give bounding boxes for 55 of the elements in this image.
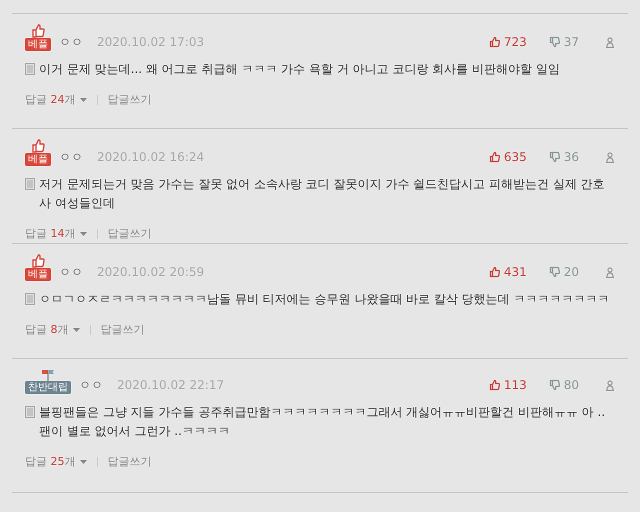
comment-date: 2020.10.02 17:03 bbox=[97, 34, 204, 51]
comment-text: 이거 문제 맞는데... 왜 어그로 취급해 ㅋㅋㅋ 가수 욕할 거 아니고 코디랑 회사를 비판해야할 일임 bbox=[39, 61, 560, 78]
write-reply-link[interactable]: 답글쓰기 bbox=[108, 226, 152, 242]
like-button[interactable]: 635 bbox=[488, 148, 527, 166]
thumbs-up-icon bbox=[488, 36, 501, 48]
write-reply-link[interactable]: 답글쓰기 bbox=[108, 92, 152, 108]
report-icon[interactable] bbox=[605, 380, 615, 390]
like-button[interactable]: 113 bbox=[488, 376, 527, 394]
author-name: ㅇㅇ bbox=[59, 264, 83, 281]
thumbs-down-icon bbox=[548, 36, 561, 48]
document-icon bbox=[25, 406, 35, 418]
comment-date: 2020.10.02 16:24 bbox=[97, 149, 204, 166]
document-icon bbox=[25, 178, 35, 190]
caret-icon bbox=[80, 460, 86, 464]
dislike-button[interactable]: 36 bbox=[548, 148, 579, 166]
like-button[interactable]: 723 bbox=[488, 33, 527, 51]
comment-text: ㅇㅁㄱㅇㅈㄹㅋㅋㅋㅋㅋㅋㅋㅋ남돌 뮤비 티저에는 승무원 나왔을때 바로 칼삭 당했는데 ㅋㅋㅋㅋㅋㅋㅋㅋ bbox=[39, 291, 610, 308]
dislike-button[interactable]: 37 bbox=[548, 33, 579, 51]
dislike-button[interactable]: 20 bbox=[548, 263, 579, 281]
report-icon[interactable] bbox=[605, 152, 615, 162]
author-name: ㅇㅇ bbox=[59, 149, 83, 166]
caret-icon bbox=[72, 328, 80, 332]
thumbs-up-icon bbox=[31, 24, 45, 38]
document-icon bbox=[25, 293, 35, 305]
replies-toggle[interactable]: 답글 24개 bbox=[25, 92, 86, 108]
like-button[interactable]: 431 bbox=[488, 263, 527, 281]
report-icon[interactable] bbox=[605, 266, 615, 278]
replies-toggle[interactable]: 답글 25개 bbox=[25, 454, 86, 470]
author-name: ㅇㅇ bbox=[79, 377, 103, 394]
thumbs-up-icon bbox=[31, 139, 45, 153]
dislike-button[interactable]: 80 bbox=[548, 376, 579, 394]
thumbs-up-icon bbox=[488, 379, 501, 391]
thumbs-down-icon bbox=[548, 151, 561, 163]
thumbs-up-icon bbox=[31, 254, 45, 268]
comment-date: 2020.10.02 20:59 bbox=[97, 264, 204, 281]
best-badge: 베플 bbox=[25, 268, 51, 281]
replies-toggle[interactable]: 답글 8개 bbox=[25, 322, 80, 338]
caret-icon bbox=[80, 232, 86, 236]
caret-icon bbox=[80, 98, 86, 102]
author-name: ㅇㅇ bbox=[59, 34, 83, 51]
debate-badge: 찬반대립 bbox=[25, 381, 71, 394]
thumbs-down-icon bbox=[548, 266, 561, 278]
write-reply-link[interactable]: 답글쓰기 bbox=[108, 454, 152, 470]
best-badge: 베플 bbox=[25, 38, 51, 51]
thumbs-up-icon bbox=[488, 151, 501, 163]
comment-date: 2020.10.02 22:17 bbox=[117, 377, 224, 394]
replies-toggle[interactable]: 답글 14개 bbox=[25, 226, 86, 242]
comment-text: 블핑팬들은 그냥 지들 가수들 공주취급만함ㅋㅋㅋㅋㅋㅋㅋㅋ그래서 개싫어ㅠㅠ비판할건 비판해ㅠㅠ 아 ..팬이 별로 없어서 그런가 ..ㅋㅋㅋㅋ bbox=[39, 404, 606, 440]
report-icon[interactable] bbox=[605, 36, 615, 48]
document-icon bbox=[25, 63, 35, 75]
thumbs-down-icon bbox=[548, 379, 561, 391]
comment-text: 저거 문제되는거 맞음 가수는 잘못 없어 소속사랑 코디 잘못이지 가수 쉴드친답시고 피해받는건 실제 간호사 여성들인데 bbox=[39, 176, 606, 212]
best-badge: 베플 bbox=[25, 153, 51, 166]
write-reply-link[interactable]: 답글쓰기 bbox=[100, 322, 144, 338]
thumbs-up-icon bbox=[488, 266, 501, 278]
